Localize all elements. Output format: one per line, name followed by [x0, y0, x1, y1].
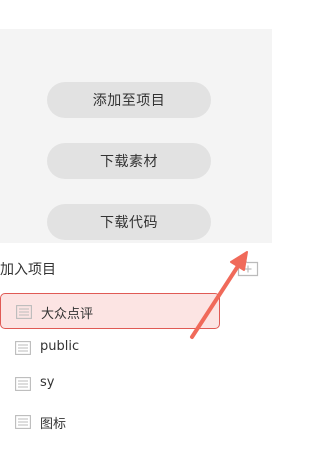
project-item-icons[interactable]: 图标	[0, 404, 220, 440]
project-item-label: public	[40, 339, 80, 354]
project-item-label: 大众点评	[41, 307, 94, 322]
section-title: 加入项目	[0, 262, 56, 278]
folder-icon	[15, 377, 31, 391]
project-item-label: 图标	[40, 417, 67, 432]
download-assets-button[interactable]: 下载素材	[47, 143, 211, 179]
project-item-public[interactable]: public	[0, 330, 220, 366]
folder-icon	[16, 305, 32, 319]
folder-plus-icon[interactable]	[237, 257, 259, 277]
folder-icon	[15, 341, 31, 355]
project-item-dianping[interactable]: 大众点评	[0, 293, 220, 329]
add-to-project-panel: 添加至项目 下载素材 下载代码 加入项目 大众点评 public sy 图标	[0, 0, 272, 475]
project-item-label: sy	[40, 375, 55, 390]
add-to-project-button[interactable]: 添加至项目	[47, 82, 211, 118]
folder-icon	[15, 415, 31, 429]
download-code-button[interactable]: 下载代码	[47, 204, 211, 240]
project-item-sy[interactable]: sy	[0, 366, 220, 402]
